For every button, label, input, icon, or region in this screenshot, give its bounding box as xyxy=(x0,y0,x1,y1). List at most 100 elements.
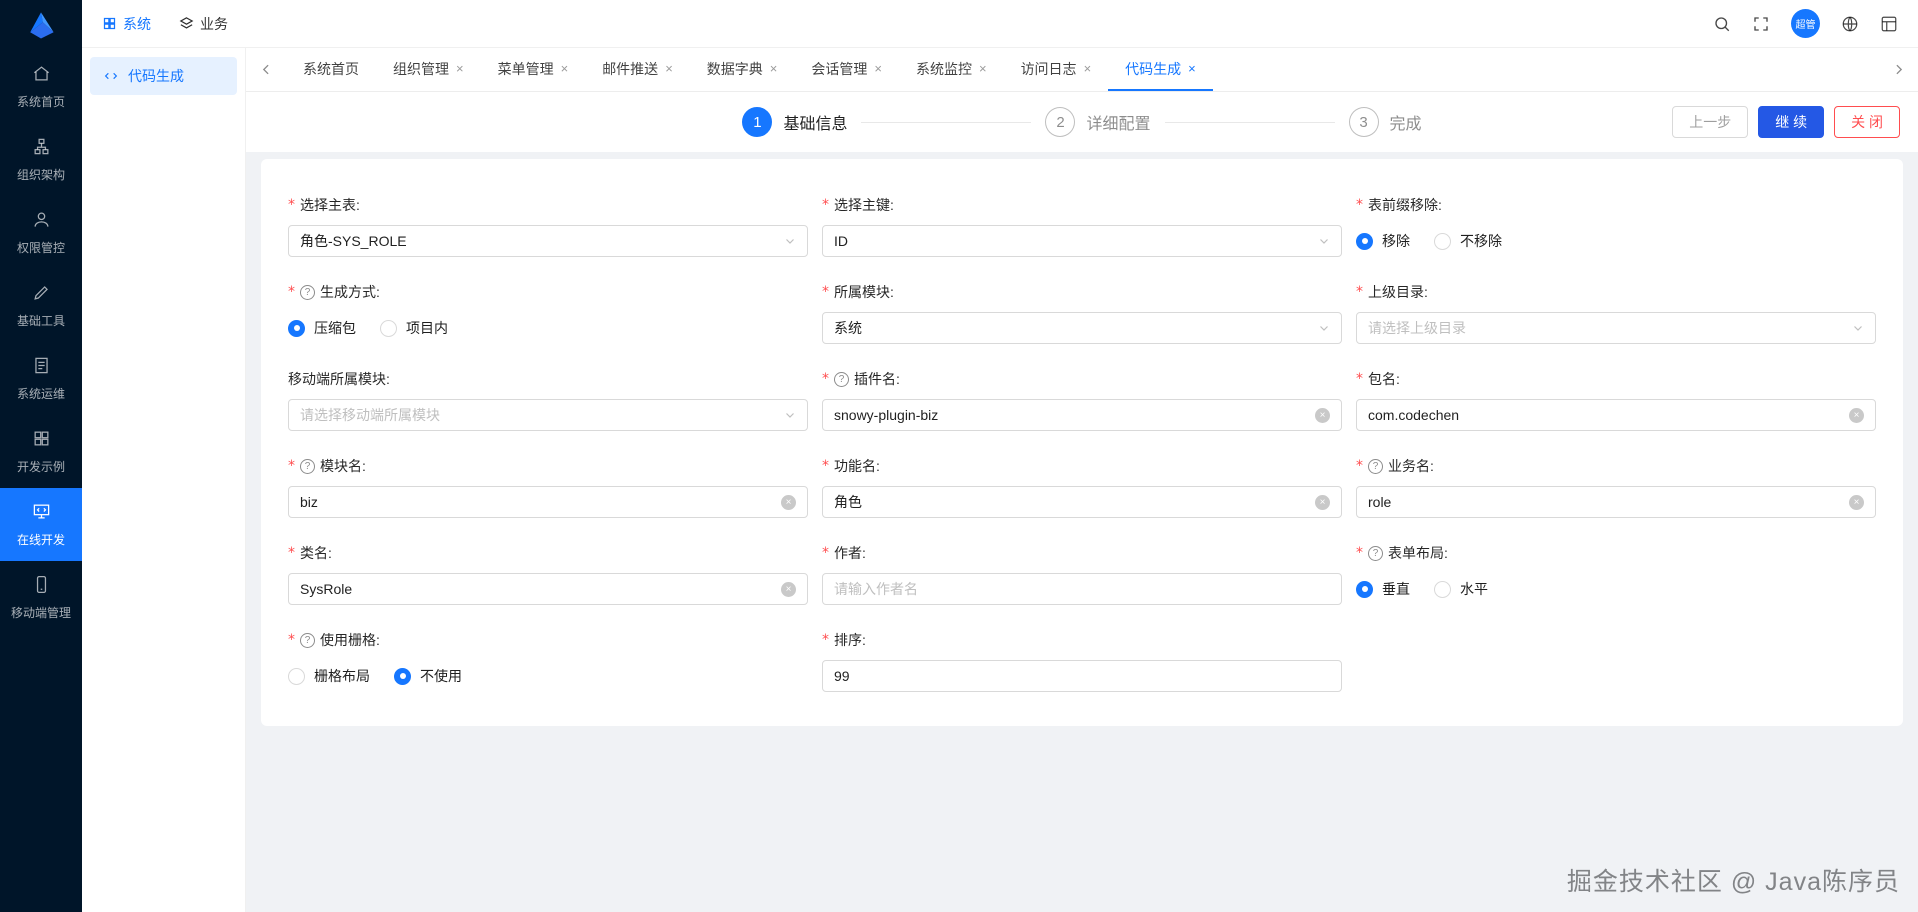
field-primary-key: * 选择主键: ID xyxy=(822,195,1342,257)
mobile-module-select[interactable]: 请选择移动端所属模块 xyxy=(288,399,808,431)
document-icon xyxy=(32,356,51,378)
field-label-text: 生成方式: xyxy=(320,284,380,300)
parent-directory-select[interactable]: 请选择上级目录 xyxy=(1356,312,1876,344)
close-icon[interactable]: × xyxy=(665,62,673,75)
radio-vertical[interactable]: 垂直 xyxy=(1356,579,1410,599)
sidebar-item-online-dev[interactable]: 在线开发 xyxy=(0,488,82,561)
help-icon[interactable]: ? xyxy=(300,632,315,648)
close-icon[interactable]: × xyxy=(456,62,464,75)
field-label-text: 所属模块: xyxy=(834,284,894,300)
submenu-item-code-generation[interactable]: 代码生成 xyxy=(90,57,237,95)
sidebar-item-demo[interactable]: 开发示例 xyxy=(0,415,82,488)
sort-input[interactable] xyxy=(834,668,1330,684)
secondary-sidebar: 代码生成 xyxy=(82,48,246,912)
sidebar-item-ops[interactable]: 系统运维 xyxy=(0,342,82,415)
page-tab-access-log[interactable]: 访问日志 × xyxy=(1004,48,1109,91)
page-tab-mail-push[interactable]: 邮件推送 × xyxy=(585,48,690,91)
prev-step-button[interactable]: 上一步 xyxy=(1672,106,1749,138)
function-name-input[interactable] xyxy=(834,494,1307,510)
sidebar-item-mobile[interactable]: 移动端管理 xyxy=(0,561,82,634)
search-icon[interactable] xyxy=(1713,15,1731,33)
close-icon[interactable]: × xyxy=(979,62,987,75)
field-class-name: * 类名: × xyxy=(288,543,808,605)
author-field xyxy=(822,573,1342,605)
radio-no-grid[interactable]: 不使用 xyxy=(394,666,462,686)
tab-label: 数据字典 xyxy=(706,60,763,77)
main-table-select[interactable]: 角色-SYS_ROLE xyxy=(288,225,808,257)
help-icon[interactable]: ? xyxy=(1368,458,1383,474)
form-layout-radio-group: 垂直 水平 xyxy=(1356,573,1876,605)
topnav-business[interactable]: 业务 xyxy=(179,14,228,34)
close-icon[interactable]: × xyxy=(1084,62,1092,75)
page-tab-code-generation[interactable]: 代码生成 × xyxy=(1108,48,1213,91)
sidebar-item-label: 开发示例 xyxy=(16,460,65,474)
belong-module-select[interactable]: 系统 xyxy=(822,312,1342,344)
chevron-down-icon xyxy=(1852,322,1864,334)
radio-zip[interactable]: 压缩包 xyxy=(288,318,356,338)
tabs-scroll-right-icon[interactable] xyxy=(1878,48,1918,91)
logo-icon xyxy=(30,12,54,39)
close-icon[interactable]: × xyxy=(770,62,778,75)
step-number: 3 xyxy=(1348,107,1379,137)
help-icon[interactable]: ? xyxy=(1368,545,1383,561)
sidebar-item-org[interactable]: 组织架构 xyxy=(0,123,82,196)
module-name-input[interactable] xyxy=(300,494,773,510)
page-tab-menu-manage[interactable]: 菜单管理 × xyxy=(481,48,586,91)
continue-button[interactable]: 继 续 xyxy=(1758,106,1825,138)
sidebar-item-tools[interactable]: 基础工具 xyxy=(0,269,82,342)
layout-grid-icon[interactable] xyxy=(1880,15,1898,33)
sidebar-item-home[interactable]: 系统首页 xyxy=(0,50,82,123)
radio-label: 项目内 xyxy=(406,320,448,336)
tabs-scroll-left-icon[interactable] xyxy=(246,48,286,91)
clear-icon[interactable]: × xyxy=(781,494,796,510)
field-label-text: 表单布局: xyxy=(1388,545,1448,561)
plugin-name-field: × xyxy=(822,399,1342,431)
required-asterisk: * xyxy=(288,545,295,561)
radio-grid-layout[interactable]: 栅格布局 xyxy=(288,666,370,686)
help-icon[interactable]: ? xyxy=(300,284,315,300)
close-icon[interactable]: × xyxy=(561,62,569,75)
radio-in-project[interactable]: 项目内 xyxy=(380,318,448,338)
topnav-system[interactable]: 系统 xyxy=(102,14,151,34)
close-icon[interactable]: × xyxy=(874,62,882,75)
close-icon[interactable]: × xyxy=(1188,62,1196,75)
plugin-name-input[interactable] xyxy=(834,407,1307,423)
field-author: * 作者: xyxy=(822,543,1342,605)
language-globe-icon[interactable] xyxy=(1841,15,1859,33)
clear-icon[interactable]: × xyxy=(781,581,796,597)
radio-remove[interactable]: 移除 xyxy=(1356,231,1410,251)
page-tab-home[interactable]: 系统首页 xyxy=(286,48,376,91)
help-icon[interactable]: ? xyxy=(300,458,315,474)
radio-label: 压缩包 xyxy=(314,320,356,336)
module-name-field: × xyxy=(288,486,808,518)
required-asterisk: * xyxy=(288,284,295,300)
package-name-input[interactable] xyxy=(1368,407,1841,423)
clear-icon[interactable]: × xyxy=(1315,494,1330,510)
sidebar-item-permission[interactable]: 权限管控 xyxy=(0,196,82,269)
avatar[interactable]: 超管 xyxy=(1791,9,1820,38)
clear-icon[interactable]: × xyxy=(1849,494,1864,510)
fullscreen-icon[interactable] xyxy=(1752,15,1770,33)
step-connector xyxy=(861,121,1032,123)
step-number: 2 xyxy=(1045,107,1076,137)
class-name-input[interactable] xyxy=(300,581,773,597)
page-tab-org-manage[interactable]: 组织管理 × xyxy=(376,48,481,91)
field-label-text: 模块名: xyxy=(320,458,366,474)
radio-horizontal[interactable]: 水平 xyxy=(1434,579,1488,599)
page-tab-session-manage[interactable]: 会话管理 × xyxy=(794,48,899,91)
watermark-text: 掘金技术社区 @ Java陈序员 xyxy=(1566,868,1900,896)
primary-key-select[interactable]: ID xyxy=(822,225,1342,257)
author-input[interactable] xyxy=(834,581,1330,597)
help-icon[interactable]: ? xyxy=(834,371,849,387)
step-title: 完成 xyxy=(1389,116,1422,133)
field-label-text: 类名: xyxy=(300,545,332,561)
radio-not-remove[interactable]: 不移除 xyxy=(1434,231,1502,251)
page-tab-data-dict[interactable]: 数据字典 × xyxy=(690,48,795,91)
required-asterisk: * xyxy=(822,284,829,300)
business-name-input[interactable] xyxy=(1368,494,1841,510)
clear-icon[interactable]: × xyxy=(1849,407,1864,423)
close-button[interactable]: 关 闭 xyxy=(1834,106,1900,138)
radio-unchecked-icon xyxy=(1434,232,1451,250)
clear-icon[interactable]: × xyxy=(1315,407,1330,423)
page-tab-system-monitor[interactable]: 系统监控 × xyxy=(899,48,1004,91)
